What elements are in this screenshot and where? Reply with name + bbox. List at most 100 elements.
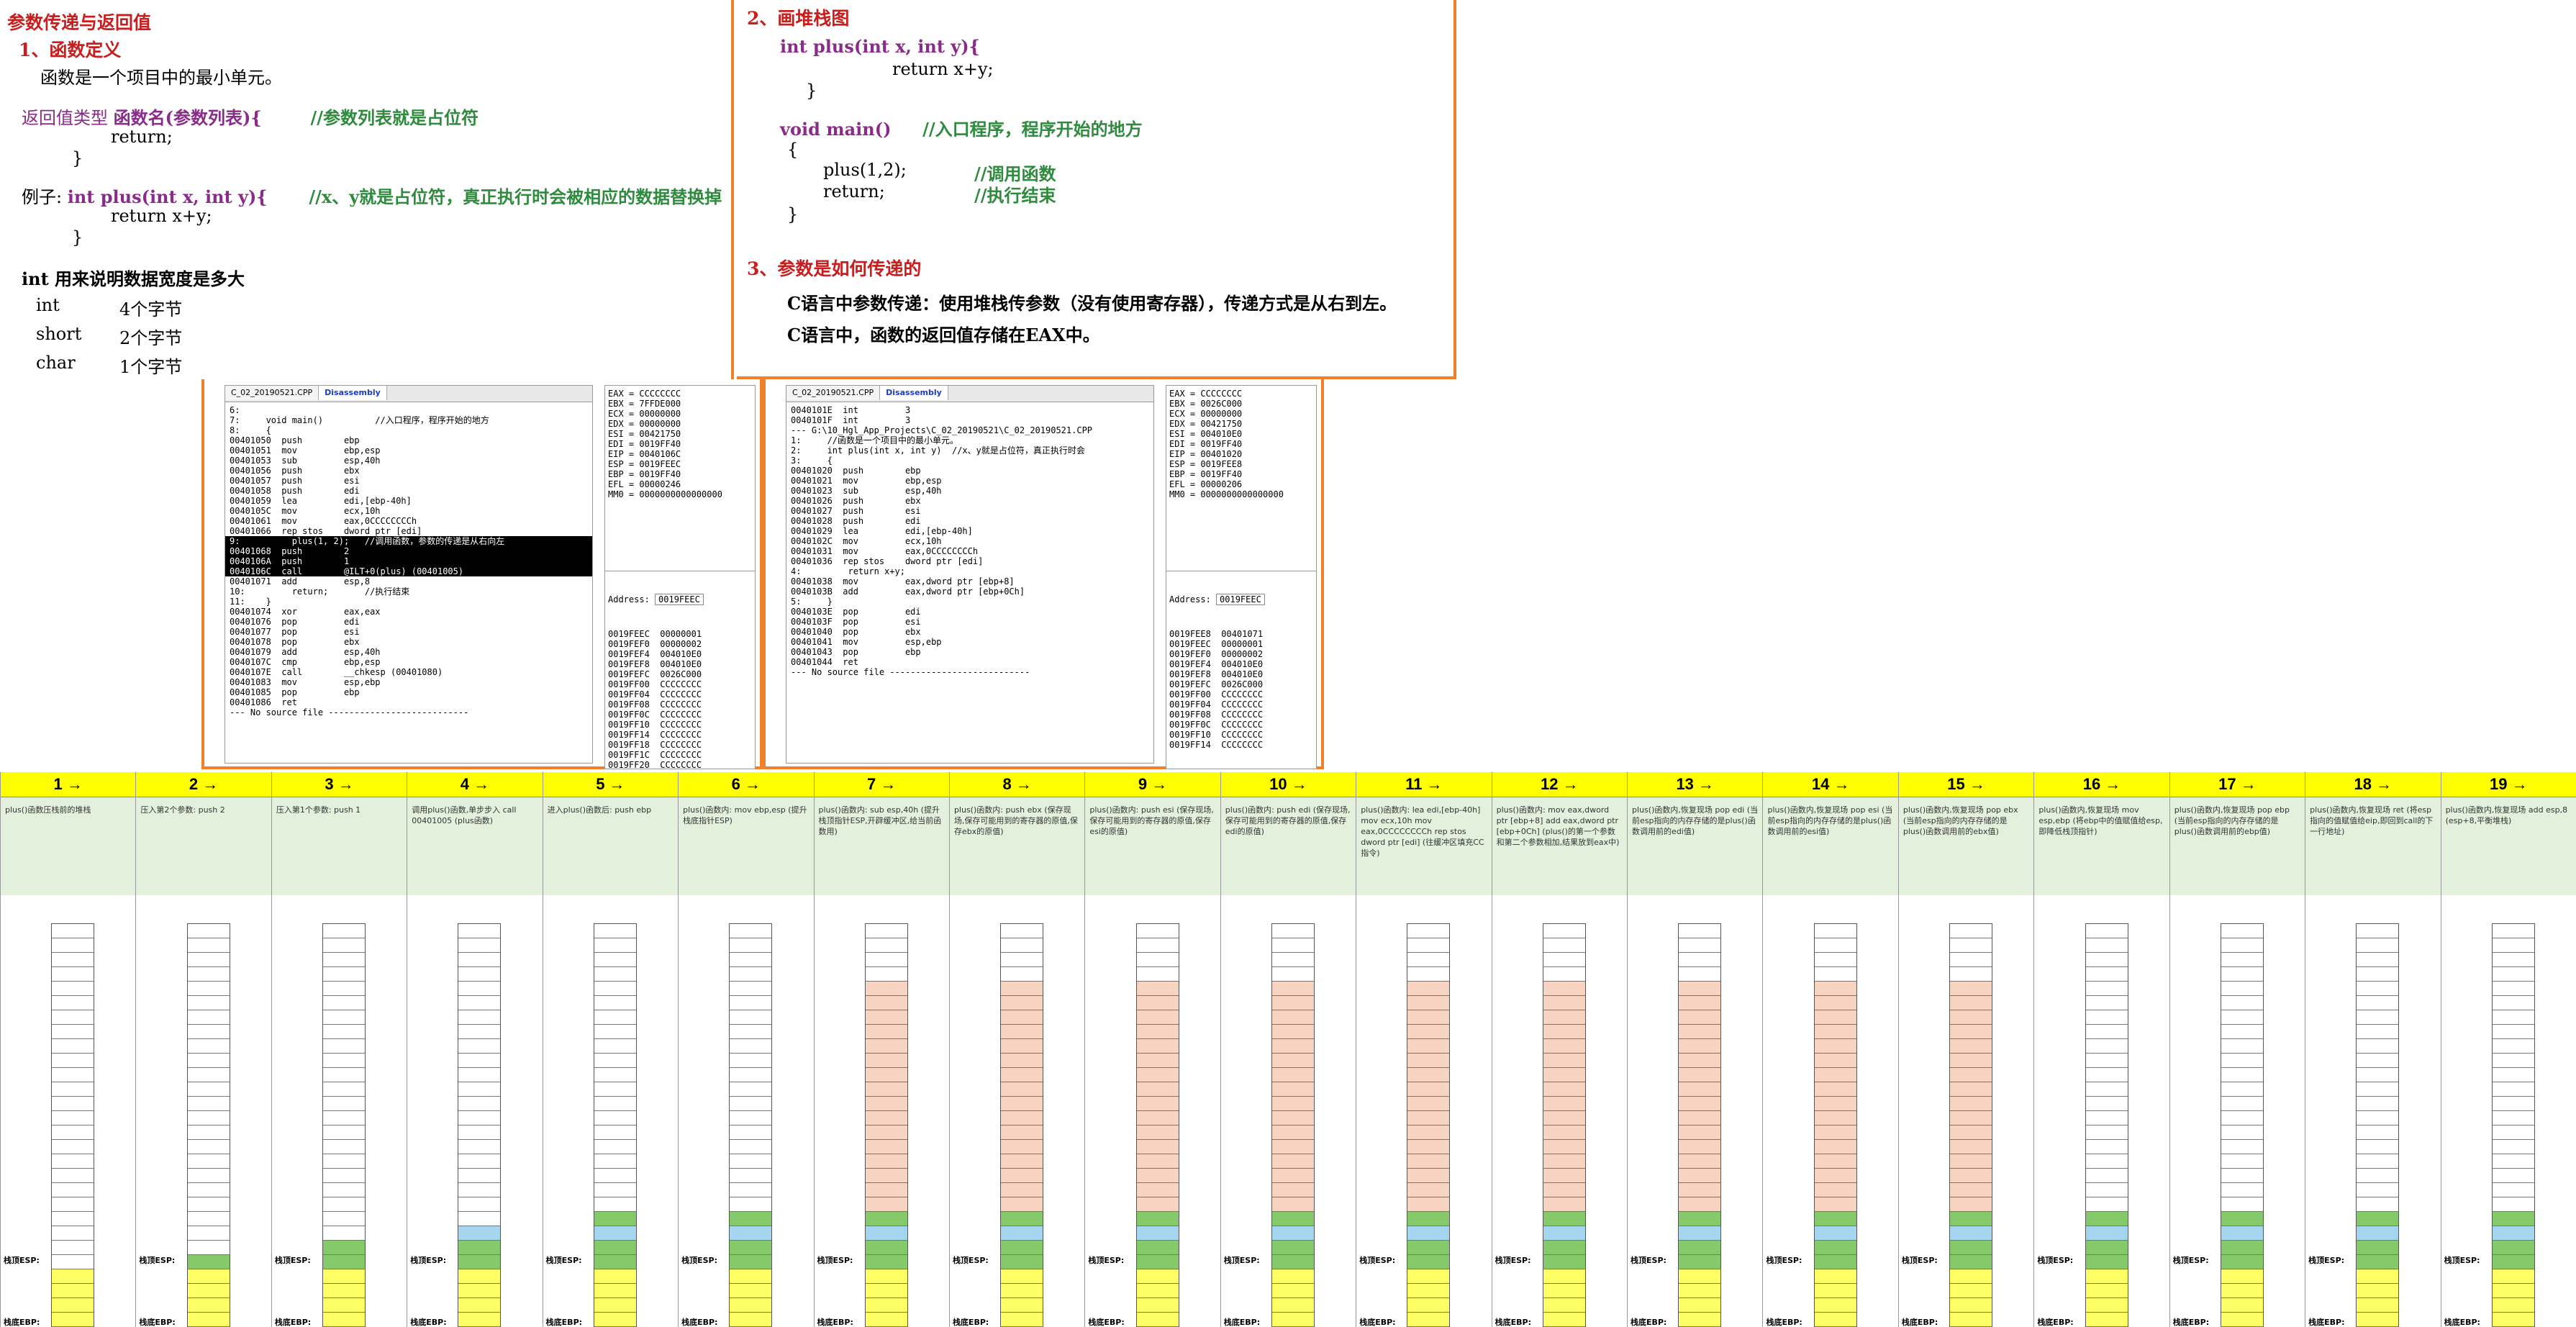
tab-cpp-file[interactable]: C_02_20190521.CPP <box>786 386 881 400</box>
stack-cell <box>1136 1269 1179 1284</box>
memory-dump: 0019FEEC 00000001 0019FEF0 00000002 0019… <box>608 629 702 769</box>
stack-cell <box>1543 1313 1585 1327</box>
stack-cell <box>2492 1241 2534 1255</box>
disassembly-window-right[interactable]: C_02_20190521.CPP Disassembly 0040101E in… <box>786 385 1154 764</box>
code-line: 00401023 sub esp,40h <box>791 486 942 496</box>
stack-cell <box>1407 1313 1450 1327</box>
esp-label: 栈顶ESP: <box>1088 1256 1125 1265</box>
arrow-right-icon: → <box>1558 775 1579 793</box>
stack-cell <box>52 1054 94 1068</box>
stack-cell <box>323 1269 366 1284</box>
registers-window-right: EAX = CCCCCCCC EBX = 0026C000 ECX = 0000… <box>1166 385 1317 572</box>
code-line: 00401083 mov esp,ebp <box>230 677 381 687</box>
def-return: return; <box>111 127 173 147</box>
stack-cell <box>1543 1097 1585 1111</box>
stack-cell <box>865 1298 907 1313</box>
return-value-desc: C语言中，函数的返回值存储在EAX中。 <box>787 325 1100 345</box>
ebp-label: 栈底EBP: <box>1766 1318 1802 1327</box>
stack-cell <box>594 1154 636 1169</box>
stack-cell <box>1543 1269 1585 1284</box>
ebp-label: 栈底EBP: <box>274 1318 312 1327</box>
code-plus-body: return x+y; <box>892 59 994 79</box>
stack-cell <box>458 1226 501 1241</box>
stack-cell <box>594 1111 636 1126</box>
stack-cell <box>458 1154 501 1169</box>
tab-cpp-file[interactable]: C_02_20190521.CPP <box>225 386 319 400</box>
stack-cell <box>1950 967 1992 982</box>
stack-cell <box>2492 1140 2534 1154</box>
stack-cell <box>1407 1169 1450 1183</box>
stack-cell <box>2492 996 2534 1010</box>
code-line: 00401050 push ebp <box>230 435 360 445</box>
stack-cell <box>865 1054 907 1068</box>
step-description: plus()函数内,恢复现场 pop ebp (当前esp指向的内存存储的是pl… <box>2169 797 2305 895</box>
stack-cell <box>1679 1255 1721 1269</box>
arrow-right-icon: → <box>198 775 219 793</box>
tab-disassembly[interactable]: Disassembly <box>880 386 948 400</box>
stack-cell <box>865 1169 907 1183</box>
step-description: plus()函数内,恢复现场 pop esi (当前esp指向的内存存储的是pl… <box>1763 797 1898 895</box>
stack-cell <box>1543 1255 1585 1269</box>
step-number: 12 → <box>1492 772 1628 797</box>
esp-label: 栈顶ESP: <box>952 1256 989 1265</box>
stack-cell <box>730 924 772 938</box>
disassembly-window-left[interactable]: C_02_20190521.CPP Disassembly 6: 7: void m… <box>225 385 593 764</box>
section-1-heading: 1、函数定义 <box>19 40 122 60</box>
code-plus-close: } <box>806 81 817 101</box>
step-description: 调用plus()函数,单步步入 call 00401005 (plus函数) <box>407 797 543 895</box>
step-column: 8 → plus()函数内: push ebx (保存现场,保存可能用到的寄存器的… <box>948 772 1085 1327</box>
stack-cell <box>2085 1039 2128 1054</box>
stack-cell <box>1271 1284 1314 1298</box>
stack-cell <box>1271 1140 1314 1154</box>
arrow-right-icon: → <box>333 775 354 793</box>
stack-cell <box>1543 1054 1585 1068</box>
stack-cell <box>458 1313 501 1327</box>
stack-cell <box>1271 982 1314 996</box>
stack-cell <box>2085 1298 2128 1313</box>
notes-left-panel: 参数传递与返回值 1、函数定义 函数是一个项目中的最小单元。 返回值类型 函数名… <box>0 0 734 379</box>
stack-cell <box>1814 938 1856 953</box>
memory-address-input[interactable]: 0019FEEC <box>655 594 704 605</box>
stack-cell <box>2357 1054 2399 1068</box>
tab-disassembly[interactable]: Disassembly <box>319 386 387 400</box>
stack-cell <box>458 1269 501 1284</box>
stack-cell <box>865 1039 907 1054</box>
stack-cell <box>730 1111 772 1126</box>
code-line: 00401076 pop edi <box>230 617 360 627</box>
stack-cell <box>594 1126 636 1140</box>
stack-cell <box>187 996 230 1010</box>
code-main-sig: void main() <box>780 119 892 140</box>
stack-cell <box>2221 1097 2263 1111</box>
stack-cell <box>1001 1197 1043 1212</box>
stack-cell <box>187 1054 230 1068</box>
stack-cell <box>2221 1255 2263 1269</box>
stack-diagram <box>864 923 908 1327</box>
stack-cell <box>1543 1039 1585 1054</box>
stack-cell <box>1543 1298 1585 1313</box>
stack-cell <box>1679 924 1721 938</box>
arrow-right-icon: → <box>740 775 761 793</box>
code-line: --- No source file ---------------------… <box>791 667 1030 677</box>
stack-cell <box>2492 967 2534 982</box>
stack-cell <box>2085 1226 2128 1241</box>
memory-address-input[interactable]: 0019FEEC <box>1216 594 1265 605</box>
arrow-right-icon: → <box>1011 775 1032 793</box>
stack-cell <box>865 1241 907 1255</box>
step-number-text: 17 <box>2218 775 2236 793</box>
stack-cell <box>2085 1126 2128 1140</box>
stack-cell <box>2221 996 2263 1010</box>
stack-cell <box>2492 1169 2534 1183</box>
stack-cell <box>52 1298 94 1313</box>
stack-cell <box>1407 1197 1450 1212</box>
ebp-label: 栈底EBP: <box>2172 1318 2210 1327</box>
stack-cell <box>1679 1126 1721 1140</box>
stack-cell <box>1950 1054 1992 1068</box>
code-line: 0040105C mov ecx,10h <box>230 506 381 516</box>
type-short-name: short <box>36 324 82 344</box>
stack-cell <box>1543 1068 1585 1082</box>
stack-cell <box>458 924 501 938</box>
stack-diagram <box>1949 923 1993 1327</box>
stack-cell <box>594 1068 636 1082</box>
stack-cell <box>1679 1039 1721 1054</box>
step-column: 10 → plus()函数内: push edi (保存现场,保存可能用到的寄存器… <box>1220 772 1356 1327</box>
